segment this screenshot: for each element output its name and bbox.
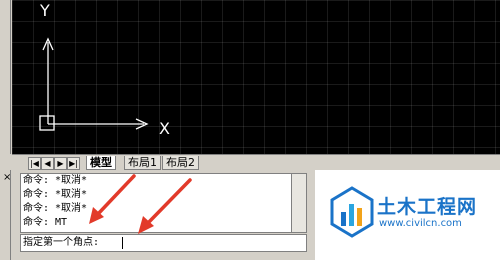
close-icon[interactable]: × — [3, 173, 11, 183]
history-line: 命令: *取消* — [23, 203, 88, 214]
tab-model[interactable]: 模型 — [86, 156, 116, 170]
text-cursor — [122, 237, 123, 249]
watermark-logo-icon — [330, 186, 374, 238]
history-line: 命令: *取消* — [23, 189, 88, 200]
command-history: 命令: *取消* 命令: *取消* 命令: *取消* 命令: MT — [20, 173, 292, 233]
previous-tab-button[interactable]: ◀ — [41, 157, 54, 170]
tab-layout1[interactable]: 布局1 — [124, 156, 161, 170]
history-scrollbar[interactable] — [291, 173, 307, 233]
ucs-icon — [39, 37, 149, 131]
watermark: 土木工程网 www.civilcn.com — [315, 170, 500, 260]
next-tab-button[interactable]: ▶ — [54, 157, 67, 170]
history-line: 命令: *取消* — [23, 175, 88, 186]
x-axis-label: X — [159, 119, 170, 138]
watermark-url: www.civilcn.com — [379, 218, 462, 229]
watermark-title: 土木工程网 — [377, 196, 478, 218]
command-window-edge — [0, 170, 11, 260]
history-line: 命令: MT — [23, 217, 68, 228]
tab-layout2[interactable]: 布局2 — [162, 156, 199, 170]
command-window: × 命令: *取消* 命令: *取消* 命令: *取消* 命令: MT 指定第一… — [3, 171, 312, 260]
command-prompt: 指定第一个角点: — [23, 237, 100, 248]
model-space-viewport[interactable]: Y X — [12, 0, 500, 154]
first-tab-button[interactable]: |◀ — [28, 157, 41, 170]
last-tab-button[interactable]: ▶| — [67, 157, 80, 170]
command-input[interactable]: 指定第一个角点: — [20, 234, 307, 252]
layout-tab-bar: |◀ ◀ ▶ ▶| 模型 布局1 布局2 — [12, 154, 500, 171]
drawing-area[interactable]: Y X — [0, 0, 500, 154]
left-toolbar-edge — [0, 0, 11, 154]
y-axis-label: Y — [40, 1, 50, 20]
